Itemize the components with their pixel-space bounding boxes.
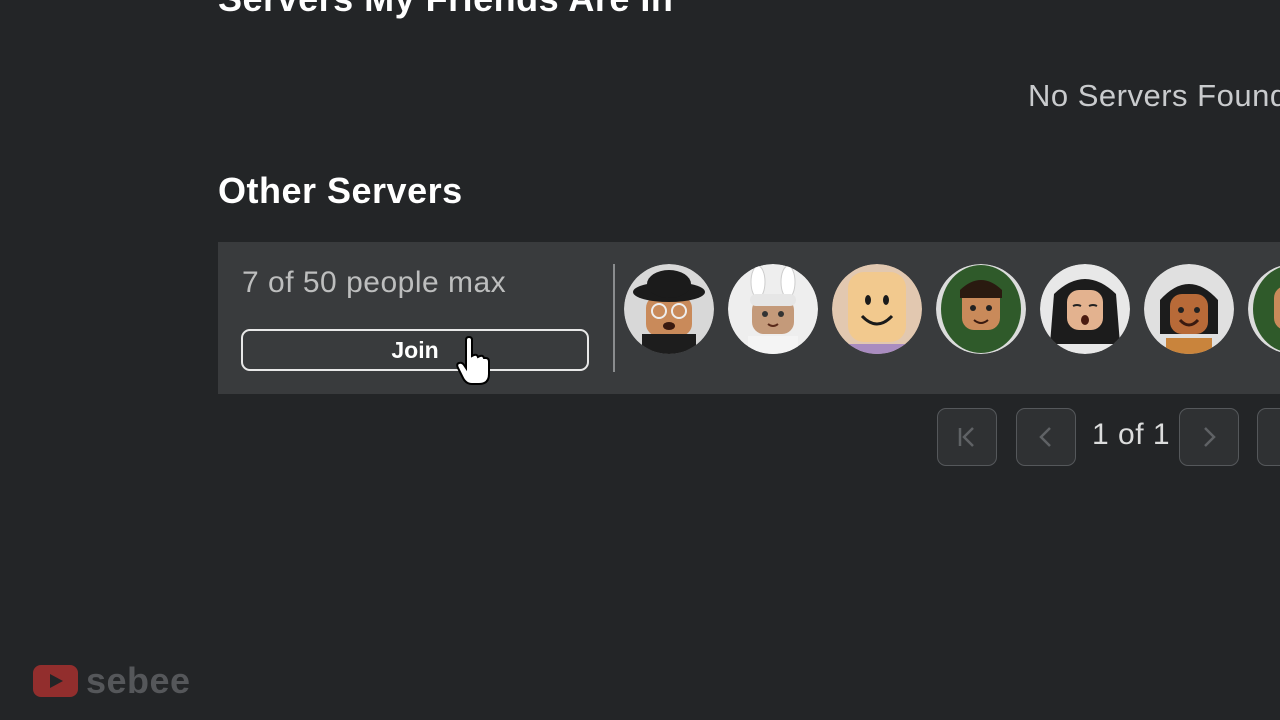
- avatar-bunny-ears-icon: [728, 264, 818, 354]
- player-avatar-2[interactable]: [728, 264, 818, 354]
- join-button[interactable]: Join: [241, 329, 589, 371]
- avatar-default-smile-icon: [832, 264, 922, 354]
- player-avatar-6[interactable]: [1144, 264, 1234, 354]
- player-avatar-3[interactable]: [832, 264, 922, 354]
- friends-servers-title: Servers My Friends Are In: [218, 0, 673, 20]
- avatar-green-hood-icon: [1248, 265, 1280, 353]
- chevron-right-icon: [1204, 427, 1216, 447]
- next-page-button[interactable]: [1179, 408, 1239, 466]
- first-page-button[interactable]: [937, 408, 997, 466]
- other-servers-title: Other Servers: [218, 170, 463, 211]
- chevron-left-icon: [1039, 427, 1051, 447]
- no-servers-message: No Servers Found: [1028, 78, 1280, 113]
- previous-page-button[interactable]: [1016, 408, 1076, 466]
- channel-watermark: sebee: [33, 660, 191, 702]
- page-indicator: 1 of 1: [1092, 418, 1171, 451]
- last-page-button[interactable]: [1257, 408, 1280, 466]
- player-avatar-7[interactable]: [1248, 264, 1280, 354]
- avatar-green-hood-icon: [936, 264, 1026, 354]
- avatar-long-hair-icon: [1040, 264, 1130, 354]
- youtube-logo-icon: [33, 665, 78, 697]
- watermark-text: sebee: [86, 660, 191, 701]
- hand-cursor-icon: [455, 335, 491, 386]
- server-capacity: 7 of 50 people max: [242, 266, 507, 299]
- player-avatar-1[interactable]: [624, 264, 714, 354]
- server-card: 7 of 50 people max Join: [218, 242, 1280, 394]
- card-divider: [613, 264, 615, 372]
- avatar-dark-hair-icon: [1144, 264, 1234, 354]
- player-avatar-4[interactable]: [936, 264, 1026, 354]
- first-page-icon: [958, 427, 974, 447]
- avatar-bucket-hat-icon: [624, 264, 714, 354]
- player-avatar-5[interactable]: [1040, 264, 1130, 354]
